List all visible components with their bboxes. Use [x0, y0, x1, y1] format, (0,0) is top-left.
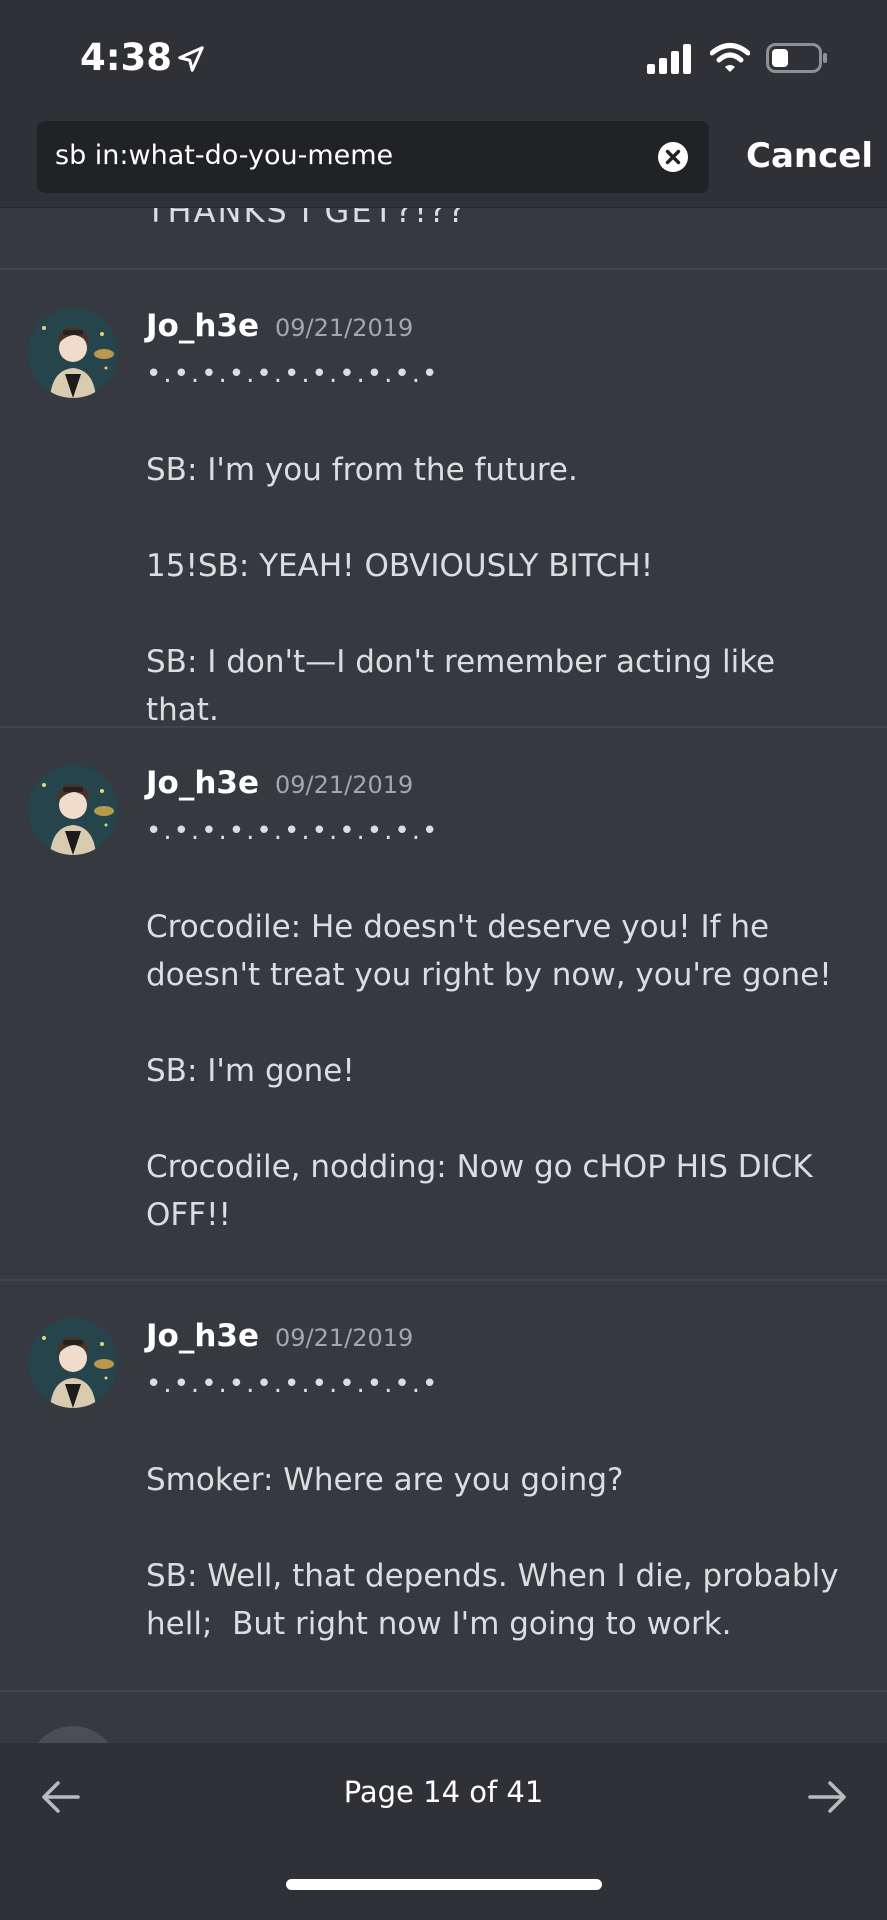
avatar[interactable]	[28, 308, 118, 398]
message-content: •.•.•.•.•.•.•.•.•.•.• Crocodile: He does…	[146, 807, 846, 1239]
message-line: •.•.•.•.•.•.•.•.•.•.•	[146, 359, 440, 389]
wifi-icon	[709, 42, 751, 78]
page-indicator: Page 14 of 41	[343, 1775, 544, 1809]
message-line: SB: I'm you from the future.	[146, 452, 578, 488]
message-line: 15!SB: YEAH! OBVIOUSLY BITCH!	[146, 548, 654, 584]
message-line: SB: I don't—I don't remember acting like…	[146, 644, 776, 728]
home-indicator[interactable]	[286, 1879, 602, 1890]
message-line: SB: Well, that depends. When I die, prob…	[146, 1558, 839, 1594]
message-header: Jo_h3e 09/21/2019	[146, 1318, 413, 1354]
message-timestamp: 09/21/2019	[275, 314, 414, 342]
cell-signal-icon	[647, 44, 693, 78]
message-line: OFF!!	[146, 1197, 231, 1233]
cancel-button[interactable]: Cancel	[746, 136, 873, 176]
message-line: Smoker: Where are you going?	[146, 1462, 624, 1498]
arrow-right-icon[interactable]	[806, 1775, 850, 1823]
message-line: •.•.•.•.•.•.•.•.•.•.•	[146, 1369, 440, 1399]
message-content: •.•.•.•.•.•.•.•.•.•.• SB: I'm you from t…	[146, 350, 846, 734]
message-header: Jo_h3e 09/21/2019	[146, 308, 413, 344]
search-input[interactable]: sb in:what-do-you-meme	[55, 140, 393, 171]
search-result-message[interactable]: Jo_h3e 09/21/2019 •.•.•.•.•.•.•.•.•.•.• S…	[0, 270, 887, 728]
message-line: Crocodile, nodding: Now go cHOP HIS DICK	[146, 1149, 813, 1185]
location-arrow-icon	[176, 44, 206, 78]
message-line: doesn't treat you right by now, you're g…	[146, 957, 832, 993]
author-name[interactable]: Jo_h3e	[146, 765, 259, 801]
message-content: •.•.•.•.•.•.•.•.•.•.• Smoker: Where are …	[146, 1360, 846, 1648]
author-name[interactable]: Jo_h3e	[146, 308, 259, 344]
avatar[interactable]	[28, 765, 118, 855]
message-line: SB: I'm gone!	[146, 1053, 355, 1089]
message-header: Jo_h3e 09/21/2019	[146, 765, 413, 801]
search-field[interactable]: sb in:what-do-you-meme	[37, 121, 709, 193]
search-result-message[interactable]: Jo_h3e 09/21/2019 •.•.•.•.•.•.•.•.•.•.• C…	[0, 727, 887, 1281]
avatar[interactable]	[28, 1318, 118, 1408]
message-timestamp: 09/21/2019	[275, 771, 414, 799]
message-line: •.•.•.•.•.•.•.•.•.•.•	[146, 816, 440, 846]
message-line: hell; But right now I'm going to work.	[146, 1606, 732, 1642]
search-result-message[interactable]: Jo_h3e 09/21/2019 •.•.•.•.•.•.•.•.•.•.• S…	[0, 1280, 887, 1692]
top-bar: 4:38 sb in:what-do-you-meme Cancel	[0, 0, 887, 208]
message-line: Crocodile: He doesn't deserve you! If he	[146, 909, 770, 945]
pagination-bar: Page 14 of 41	[0, 1743, 887, 1920]
clear-search-icon[interactable]	[657, 141, 689, 177]
message-timestamp: 09/21/2019	[275, 1324, 414, 1352]
status-time: 4:38	[80, 36, 173, 79]
author-name[interactable]: Jo_h3e	[146, 1318, 259, 1354]
battery-icon	[766, 43, 828, 77]
